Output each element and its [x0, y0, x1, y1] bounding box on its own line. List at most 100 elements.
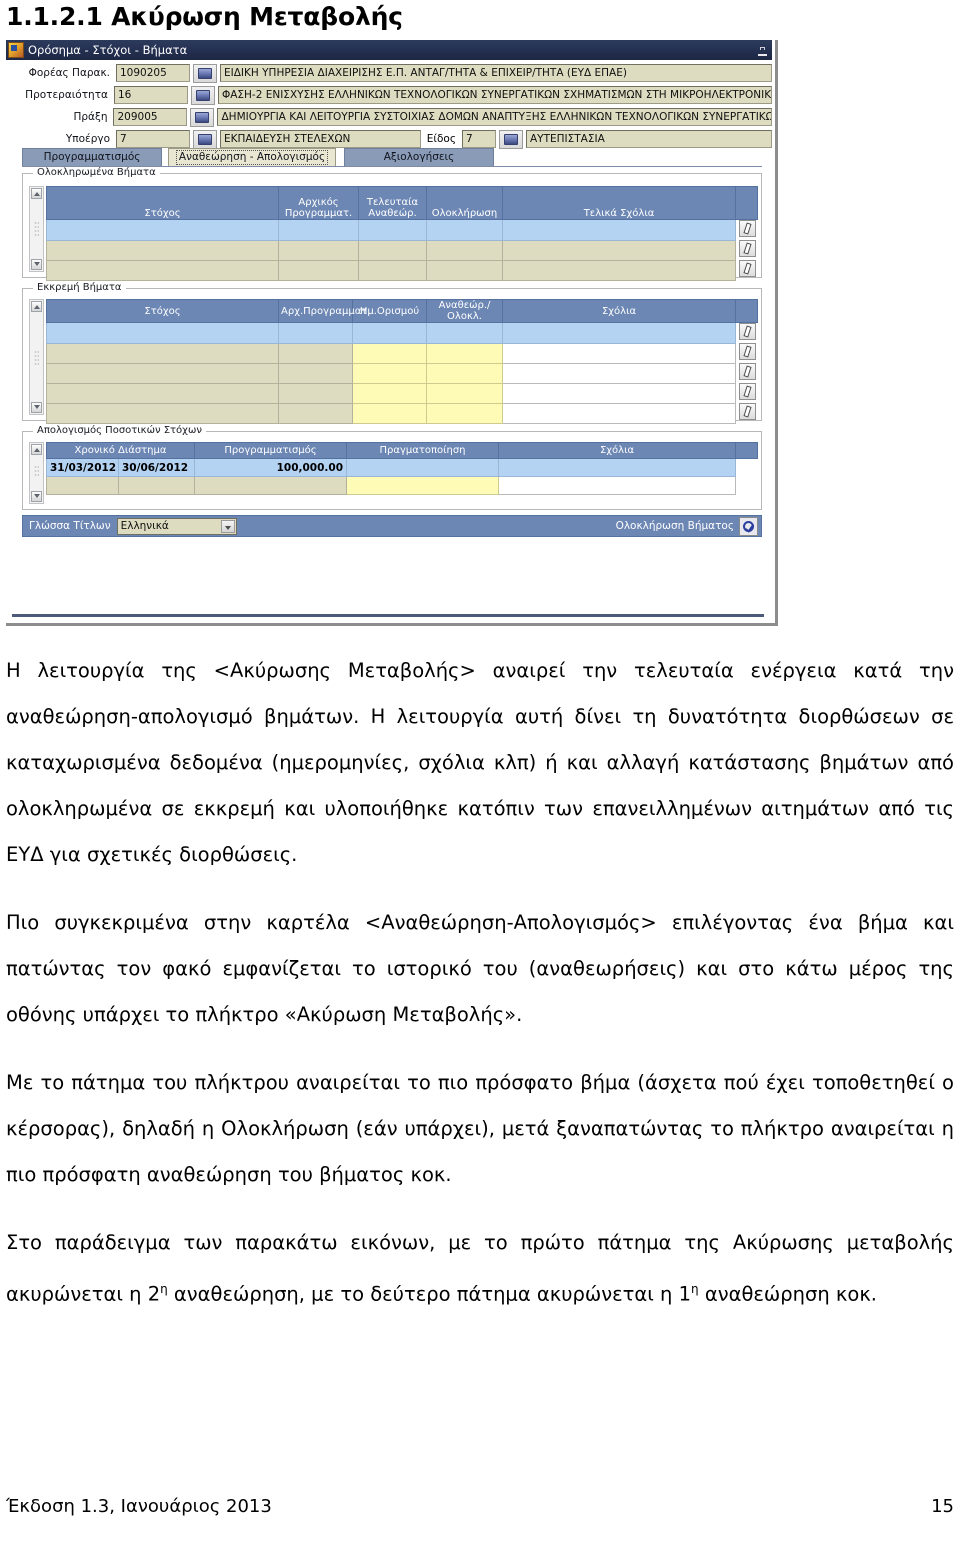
cell-stoxos[interactable] [46, 342, 279, 364]
lookup-icon-eidos[interactable] [499, 129, 523, 149]
note-icon[interactable] [739, 363, 756, 380]
cell-anatheor[interactable] [426, 402, 503, 424]
cell-im-orismou[interactable] [352, 362, 427, 384]
scrollbar-quantitative-targets[interactable] [29, 442, 44, 504]
cell-arxikos[interactable] [278, 219, 359, 241]
table-row[interactable] [46, 362, 758, 384]
cell-im-orismou[interactable] [352, 382, 427, 404]
scroll-thumb[interactable] [34, 350, 39, 366]
cell-anatheor[interactable] [426, 382, 503, 404]
cell-date-from[interactable]: 31/03/2012 [46, 458, 119, 477]
table-row[interactable] [46, 402, 758, 424]
field-code-praxi[interactable]: 209005 [113, 108, 188, 126]
lookup-icon-proteraiotita[interactable] [190, 85, 215, 105]
note-icon[interactable] [739, 403, 756, 420]
table-row[interactable] [46, 342, 758, 364]
note-icon[interactable] [739, 323, 756, 340]
cell-stoxos[interactable] [46, 402, 279, 424]
note-icon[interactable] [739, 240, 756, 257]
cell-im-orismou[interactable] [352, 402, 427, 424]
scroll-thumb[interactable] [34, 465, 39, 477]
tab-anatheorisi-apologismos[interactable]: Αναθεώρηση - Απολογισμός [168, 148, 336, 167]
cell-arx-programmat[interactable] [278, 402, 353, 424]
cell-arx-programmat[interactable] [278, 382, 353, 404]
cell-stoxos[interactable] [46, 259, 279, 281]
cell-arxikos[interactable] [278, 259, 359, 281]
table-row[interactable] [46, 259, 758, 281]
scroll-up-icon[interactable] [31, 188, 42, 199]
note-icon[interactable] [739, 260, 756, 277]
cell-sxolia[interactable] [502, 239, 736, 261]
cell-stoxos[interactable] [46, 362, 279, 384]
field-code-foreas[interactable]: 1090205 [116, 64, 190, 82]
note-icon[interactable] [739, 343, 756, 360]
cell-pragmatopoiisi[interactable] [346, 476, 500, 495]
cell-sxolia[interactable] [502, 402, 736, 424]
cell-date-to[interactable] [117, 476, 196, 495]
scroll-thumb[interactable] [34, 221, 39, 237]
lookup-icon-ypoergo[interactable] [193, 129, 217, 149]
scroll-down-icon[interactable] [31, 402, 42, 413]
cell-stoxos[interactable] [46, 239, 279, 261]
cell-anatheor[interactable] [426, 362, 503, 384]
cell-sxolia[interactable] [502, 322, 736, 344]
table-row[interactable] [46, 476, 758, 495]
cell-programmatismos[interactable] [194, 476, 348, 495]
cell-oloklirosi[interactable] [426, 259, 503, 281]
cell-sxolia[interactable] [498, 476, 737, 495]
cell-anatheor[interactable] [358, 259, 427, 281]
language-select[interactable]: Ελληνικά [116, 517, 237, 535]
table-row[interactable] [46, 322, 758, 344]
page-footer: Έκδοση 1.3, Ιανουάριος 2013 15 [6, 1496, 954, 1517]
cell-date-to[interactable]: 30/06/2012 [117, 458, 196, 477]
cell-oloklirosi[interactable] [426, 239, 503, 261]
cell-stoxos[interactable] [46, 382, 279, 404]
cell-sxolia[interactable] [502, 219, 736, 241]
lookup-icon-foreas[interactable] [193, 63, 217, 83]
field-description-praxi: ΔΗΜΙΟΥΡΓΙΑ ΚΑΙ ΛΕΙΤΟΥΡΓΙΑ ΣΥΣΤΟΙΧΙΑΣ ΔΟΜ… [217, 108, 772, 126]
check-circle-icon[interactable] [739, 516, 758, 536]
cell-arx-programmat[interactable] [278, 342, 353, 364]
cell-sxolia[interactable] [502, 342, 736, 364]
table-row[interactable] [46, 382, 758, 404]
scrollbar-completed-steps[interactable] [29, 186, 44, 272]
field-code-proteraiotita[interactable]: 16 [113, 86, 188, 104]
lookup-icon-praxi[interactable] [190, 107, 215, 127]
table-row[interactable] [46, 239, 758, 261]
scrollbar-pending-steps[interactable] [29, 299, 44, 415]
table-row[interactable] [46, 219, 758, 241]
tab-programmatismos[interactable]: Προγραμματισμός [22, 148, 162, 167]
field-code-ypoergo[interactable]: 7 [116, 130, 190, 148]
cell-arxikos[interactable] [278, 239, 359, 261]
cell-stoxos[interactable] [46, 322, 279, 344]
cell-anatheor[interactable] [426, 322, 503, 344]
cell-im-orismou[interactable] [352, 342, 427, 364]
scroll-down-icon[interactable] [31, 259, 42, 270]
cell-sxolia[interactable] [502, 362, 736, 384]
scroll-up-icon[interactable] [31, 301, 42, 312]
minimize-icon[interactable] [757, 47, 768, 57]
cell-sxolia[interactable] [502, 382, 736, 404]
col-actions [735, 186, 758, 220]
cell-programmatismos[interactable]: 100,000.00 [194, 458, 348, 477]
scroll-down-icon[interactable] [31, 491, 42, 502]
chevron-down-icon[interactable] [220, 519, 235, 533]
cell-oloklirosi[interactable] [426, 219, 503, 241]
note-icon[interactable] [739, 383, 756, 400]
cell-arx-programmat[interactable] [278, 322, 353, 344]
scroll-up-icon[interactable] [31, 444, 42, 455]
cell-sxolia[interactable] [498, 458, 737, 477]
cell-sxolia[interactable] [502, 259, 736, 281]
table-row[interactable]: 31/03/2012 30/06/2012 100,000.00 [46, 458, 758, 477]
cell-date-from[interactable] [46, 476, 119, 495]
cell-anatheor[interactable] [358, 239, 427, 261]
cell-arx-programmat[interactable] [278, 362, 353, 384]
tab-axiologiseis[interactable]: Αξιολογήσεις [344, 148, 494, 167]
note-icon[interactable] [739, 220, 756, 237]
cell-stoxos[interactable] [46, 219, 279, 241]
field-code-eidos[interactable]: 7 [462, 130, 496, 148]
cell-anatheor[interactable] [358, 219, 427, 241]
cell-anatheor[interactable] [426, 342, 503, 364]
cell-pragmatopoiisi[interactable] [346, 458, 500, 477]
cell-im-orismou[interactable] [352, 322, 427, 344]
